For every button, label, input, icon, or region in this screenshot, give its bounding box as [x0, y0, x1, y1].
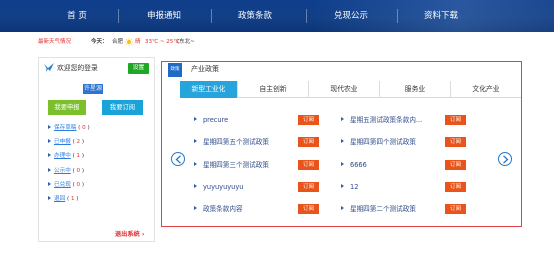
bullet-icon	[194, 117, 197, 121]
subscribe-tag[interactable]: 订阅	[298, 204, 319, 214]
bullet-icon	[194, 139, 197, 143]
prev-arrow-button[interactable]	[171, 152, 185, 166]
policy-item[interactable]: 星期五测试政策条款内...	[341, 114, 422, 126]
status-item-publicity: 公示中 ( 0 )	[48, 164, 148, 178]
application-status-list: 保存草稿 ( 0 ) 已申报 ( 2 ) 办理中 ( 1 ) 公示中 ( 0 )…	[48, 121, 148, 206]
nav-divider	[306, 9, 307, 23]
sun-icon	[125, 38, 133, 46]
subscribe-tag[interactable]: 订阅	[445, 182, 466, 192]
bullet-icon	[48, 139, 51, 144]
policy-header: 政策 产业政策	[162, 62, 521, 80]
status-link[interactable]: 保存草稿	[54, 125, 76, 131]
policy-item[interactable]: 12	[341, 181, 358, 193]
bullet-icon	[48, 181, 51, 186]
weather-city: 合肥	[112, 39, 124, 45]
tab-culture-industry[interactable]: 文化产业	[450, 81, 521, 98]
policy-tabs: 新型工业化 自主创新 现代农业 服务业 文化产业	[180, 81, 521, 98]
subscribe-tag[interactable]: 订阅	[445, 115, 466, 125]
tab-services[interactable]: 服务业	[379, 81, 450, 98]
bullet-icon	[341, 206, 344, 210]
bullet-icon	[341, 184, 344, 188]
status-item-returned: 退回 ( 1 )	[48, 192, 148, 206]
policy-title: 产业政策	[191, 65, 219, 73]
welcome-text: 欢迎您的登录	[57, 64, 98, 72]
policy-item[interactable]: 星期四第四个测试政策	[341, 136, 416, 148]
top-navigation: 首 页 申报通知 政策条款 兑现公示 资料下载	[0, 0, 554, 32]
weather-today-label: 今天：	[91, 39, 108, 45]
subscribe-tag[interactable]: 订阅	[298, 160, 319, 170]
weather-condition: 晴	[135, 39, 141, 45]
nav-item-downloads[interactable]: 资料下载	[408, 0, 474, 32]
weather-temperature: 33℃ ~ 25℃	[145, 39, 180, 45]
subscribe-tag[interactable]: 订阅	[298, 115, 319, 125]
apply-button[interactable]: 我要申报	[48, 100, 86, 115]
policy-item[interactable]: yuyuyuyuyu	[194, 181, 243, 193]
chevron-left-icon	[175, 155, 181, 164]
user-panel-header: 欢迎您的登录 设置	[39, 58, 154, 78]
status-link[interactable]: 公示中	[54, 168, 71, 174]
bullet-icon	[48, 167, 51, 172]
logout-link[interactable]: 退出系统 ›	[115, 229, 144, 238]
subscribe-tag[interactable]: 订阅	[445, 137, 466, 147]
policy-item[interactable]: precure	[194, 114, 228, 126]
subscribe-tag[interactable]: 订阅	[445, 204, 466, 214]
user-panel: 欢迎您的登录 设置 许星源 我要申报 我要订阅 保存草稿 ( 0 ) 已申报 (…	[38, 57, 155, 242]
status-item-processing: 办理中 ( 1 )	[48, 149, 148, 163]
username: 许星源	[83, 84, 104, 94]
bullet-icon	[48, 125, 51, 129]
subscribe-button[interactable]: 我要订阅	[102, 100, 143, 115]
settings-button[interactable]: 设置	[128, 63, 149, 74]
tab-modern-agriculture[interactable]: 现代农业	[308, 81, 379, 98]
subscribe-tag[interactable]: 订阅	[298, 182, 319, 192]
policy-item[interactable]: 星期四第五个测试政策	[194, 136, 269, 148]
industry-policy-panel: 政策 产业政策 新型工业化 自主创新 现代农业 服务业 文化产业 precure…	[161, 61, 522, 227]
policy-item[interactable]: 星期四第三个测试政策	[194, 159, 269, 171]
policy-item[interactable]: 星期四第二个测试政策	[341, 203, 416, 215]
policy-icon: 政策	[168, 63, 182, 77]
nav-divider	[397, 9, 398, 23]
weather-bar: 最新天气情况 今天： 合肥 晴 33℃ ~ 25℃ (东北~	[0, 34, 554, 50]
weather-heading: 最新天气情况	[38, 39, 72, 45]
nav-item-policies[interactable]: 政策条款	[222, 0, 288, 32]
chevron-right-icon	[503, 155, 509, 164]
status-link[interactable]: 已申报	[54, 139, 71, 145]
page: 首 页 申报通知 政策条款 兑现公示 资料下载 最新天气情况 今天： 合肥 晴 …	[0, 0, 554, 258]
nav-item-publicity[interactable]: 兑现公示	[318, 0, 384, 32]
bullet-icon	[341, 117, 344, 121]
bullet-icon	[341, 139, 344, 143]
bullet-icon	[194, 162, 197, 166]
status-item-redeemed: 已兑现 ( 0 )	[48, 178, 148, 192]
nav-item-notices[interactable]: 申报通知	[131, 0, 197, 32]
bullet-icon	[48, 195, 51, 200]
policy-item[interactable]: 政策条款内容	[194, 203, 243, 215]
status-link[interactable]: 退回	[54, 196, 65, 202]
bird-icon	[44, 63, 54, 72]
subscribe-tag[interactable]: 订阅	[298, 137, 319, 147]
bullet-icon	[194, 184, 197, 188]
next-arrow-button[interactable]	[498, 152, 512, 166]
subscribe-tag[interactable]: 订阅	[445, 160, 466, 170]
bullet-icon	[341, 162, 344, 166]
nav-divider	[211, 9, 212, 23]
weather-wind: (东北~	[177, 39, 195, 45]
status-link[interactable]: 办理中	[54, 153, 71, 159]
policy-item[interactable]: 6666	[341, 159, 367, 171]
status-item-submitted: 已申报 ( 2 )	[48, 135, 148, 149]
status-link[interactable]: 已兑现	[54, 182, 71, 188]
bullet-icon	[48, 153, 51, 158]
status-item-drafts: 保存草稿 ( 0 )	[48, 121, 148, 135]
nav-divider	[118, 9, 119, 23]
tab-new-industrialization[interactable]: 新型工业化	[180, 81, 237, 98]
tab-independent-innovation[interactable]: 自主创新	[237, 81, 308, 98]
nav-item-home[interactable]: 首 页	[46, 0, 108, 32]
bullet-icon	[194, 206, 197, 210]
